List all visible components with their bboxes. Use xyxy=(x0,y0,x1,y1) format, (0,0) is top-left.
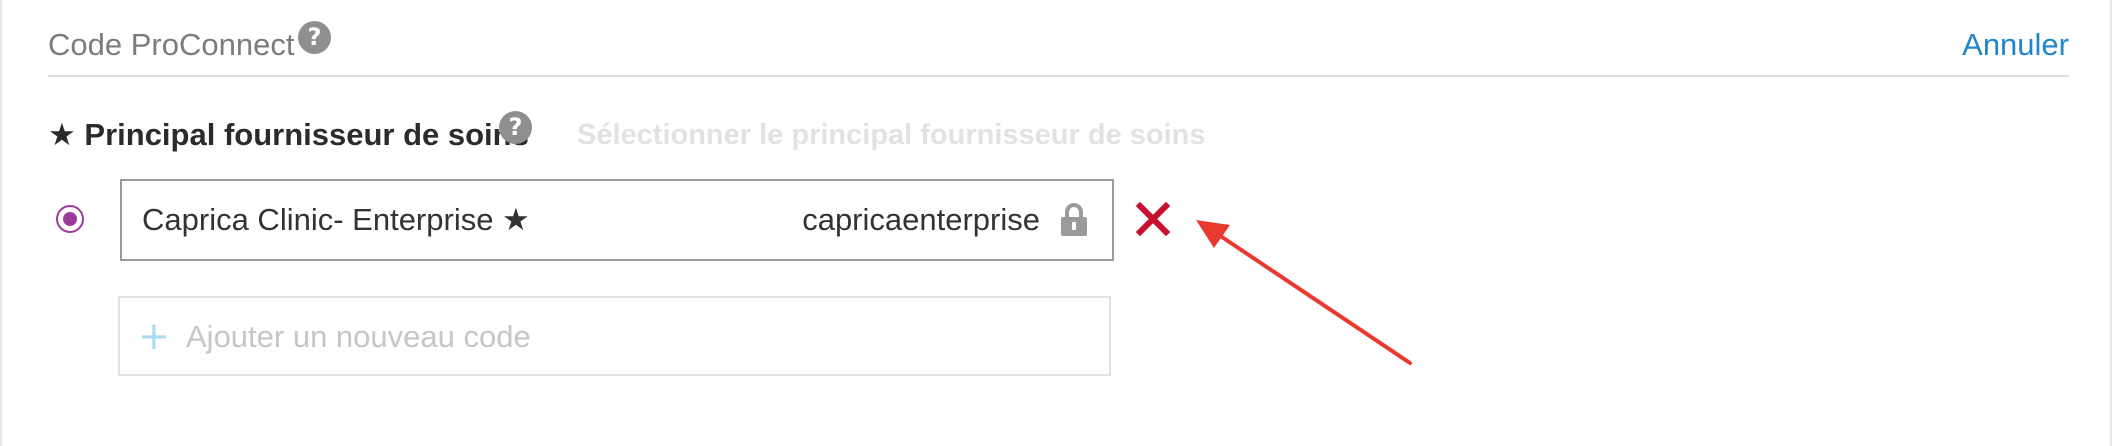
close-x-icon[interactable] xyxy=(1135,201,1171,237)
question-circle-icon[interactable]: ? xyxy=(298,21,331,54)
lock-icon xyxy=(1061,203,1087,236)
cancel-link[interactable]: Annuler xyxy=(1962,26,2069,64)
code-entry-code: capricaenterprise xyxy=(802,202,1040,237)
code-entry-name: Caprica Clinic- Enterprise ★ xyxy=(142,202,530,237)
plus-icon: + xyxy=(138,314,170,358)
proconnect-panel: Code ProConnect ? Annuler ★ Principal fo… xyxy=(0,0,2112,446)
header-title: Code ProConnect xyxy=(48,27,295,62)
code-entry-field[interactable]: Caprica Clinic- Enterprise ★ capricaente… xyxy=(120,179,1114,261)
section-title: ★ Principal fournisseur de soins xyxy=(48,117,529,152)
section-hint: Sélectionner le principal fournisseur de… xyxy=(577,119,1206,151)
radio-selected-dot xyxy=(63,212,77,226)
primary-provider-radio[interactable] xyxy=(56,205,84,233)
question-circle-icon[interactable]: ? xyxy=(499,111,532,144)
add-new-code-label: Ajouter un nouveau code xyxy=(186,319,531,354)
panel-header: Code ProConnect ? Annuler xyxy=(48,0,2069,77)
add-new-code-button[interactable]: + Ajouter un nouveau code xyxy=(118,296,1111,376)
annotation-arrow xyxy=(1196,220,1412,365)
